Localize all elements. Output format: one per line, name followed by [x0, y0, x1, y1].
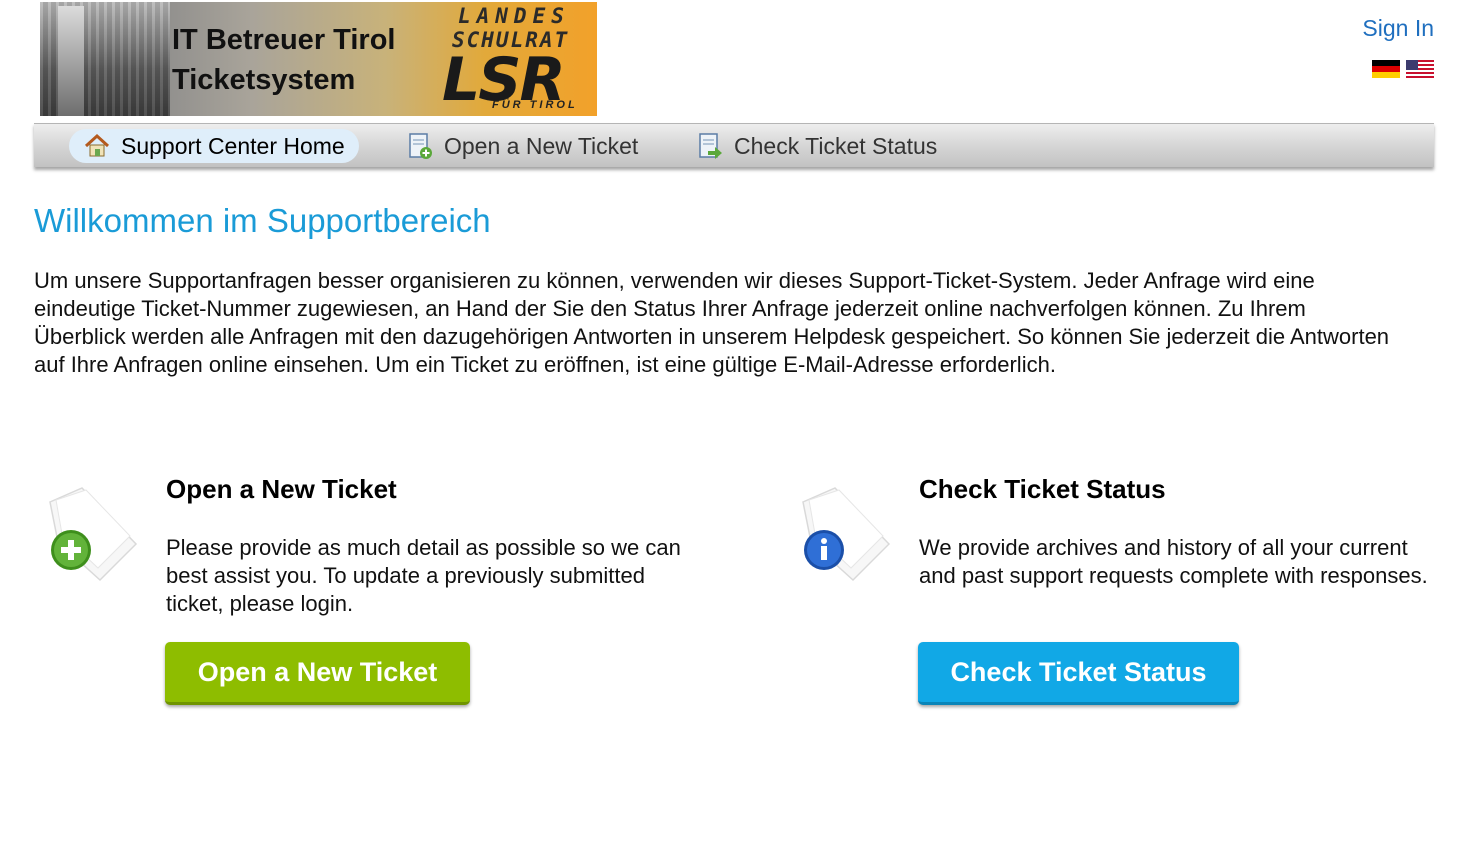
- info-ticket-icon: [802, 487, 891, 582]
- nav-label: Open a New Ticket: [444, 132, 639, 159]
- nav-check-ticket-status[interactable]: Check Ticket Status: [682, 129, 951, 163]
- new-ticket-icon: [409, 133, 432, 159]
- us-flag-icon[interactable]: [1406, 60, 1434, 78]
- logo-tower-image: [58, 6, 84, 116]
- intro-text: Um unsere Supportanfragen besser organis…: [34, 268, 1390, 377]
- language-switcher: [1372, 60, 1434, 78]
- ticket-status-icon: [699, 133, 722, 159]
- site-logo[interactable]: IT Betreuer Tirol Ticketsystem LANDES SC…: [40, 2, 597, 116]
- logo-line-2: Ticketsystem: [172, 64, 356, 96]
- logo-brand-sub: FÜR TIROL: [492, 99, 578, 111]
- german-flag-icon[interactable]: [1372, 60, 1400, 78]
- main-navigation: Support Center Home Open a New Ticket Ch…: [34, 123, 1434, 167]
- open-new-ticket-button[interactable]: Open a New Ticket: [165, 642, 470, 705]
- check-status-description: We provide archives and history of all y…: [919, 535, 1428, 588]
- page-title: Willkommen im Supportbereich: [34, 202, 491, 239]
- open-ticket-description: Please provide as much detail as possibl…: [166, 535, 681, 616]
- nav-label: Support Center Home: [121, 132, 345, 159]
- new-ticket-icon: [49, 487, 138, 582]
- check-ticket-status-button[interactable]: Check Ticket Status: [918, 642, 1239, 705]
- nav-open-new-ticket[interactable]: Open a New Ticket: [392, 129, 652, 163]
- check-status-title: Check Ticket Status: [919, 474, 1166, 504]
- nav-label: Check Ticket Status: [734, 132, 938, 159]
- logo-line-1: IT Betreuer Tirol: [172, 24, 396, 56]
- open-ticket-title: Open a New Ticket: [166, 474, 397, 504]
- logo-brand-line-1: LANDES: [458, 4, 570, 28]
- sign-in-link[interactable]: Sign In: [1362, 15, 1434, 42]
- home-icon: [84, 133, 110, 157]
- nav-support-center-home[interactable]: Support Center Home: [69, 129, 359, 163]
